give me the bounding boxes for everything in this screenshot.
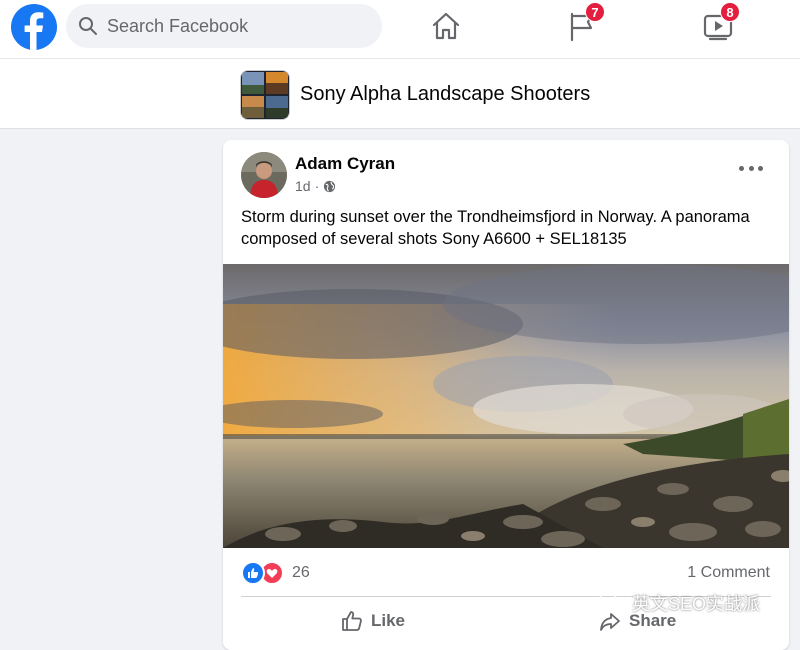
like-button-label: Like (371, 611, 406, 630)
post-author[interactable]: Adam Cyran (295, 154, 395, 174)
nav-pages-button[interactable]: 7 (567, 2, 605, 42)
more-options-icon[interactable] (739, 164, 763, 172)
top-navigation-bar: Search Facebook 7 8 (0, 0, 800, 59)
group-cover-thumbnail[interactable] (240, 70, 290, 120)
notification-badge: 8 (720, 2, 740, 22)
post-card: Adam Cyran 1d · Storm during sunset over… (223, 140, 789, 650)
nav-home-button[interactable] (430, 10, 462, 42)
watermark-text: 英文SEO实战派 (632, 594, 761, 614)
thumbs-up-icon (342, 611, 362, 631)
wechat-icon (598, 592, 624, 613)
group-header: Sony Alpha Landscape Shooters (0, 59, 800, 129)
group-name[interactable]: Sony Alpha Landscape Shooters (300, 83, 590, 106)
post-meta: 1d · (295, 178, 336, 194)
search-icon (79, 17, 97, 35)
post-timestamp[interactable]: 1d (295, 178, 311, 194)
globe-icon (324, 180, 336, 192)
reaction-summary[interactable]: 26 (241, 561, 310, 585)
like-reaction-icon (241, 561, 265, 585)
nav-watch-button[interactable]: 8 (702, 2, 740, 42)
facebook-logo-icon[interactable] (11, 4, 57, 50)
comment-count[interactable]: 1 Comment (687, 564, 770, 582)
separator-dot: · (314, 178, 320, 194)
search-box[interactable]: Search Facebook (66, 4, 382, 48)
notification-badge: 7 (585, 2, 605, 22)
like-button[interactable]: Like (341, 610, 405, 632)
reaction-count: 26 (292, 564, 310, 581)
post-text: Storm during sunset over the Trondheimsf… (241, 208, 750, 248)
avatar[interactable] (241, 152, 287, 198)
search-input[interactable]: Search Facebook (107, 16, 248, 37)
post-photo[interactable] (223, 264, 789, 548)
watermark: 英文SEO实战派 (598, 590, 760, 616)
home-icon (432, 12, 460, 40)
